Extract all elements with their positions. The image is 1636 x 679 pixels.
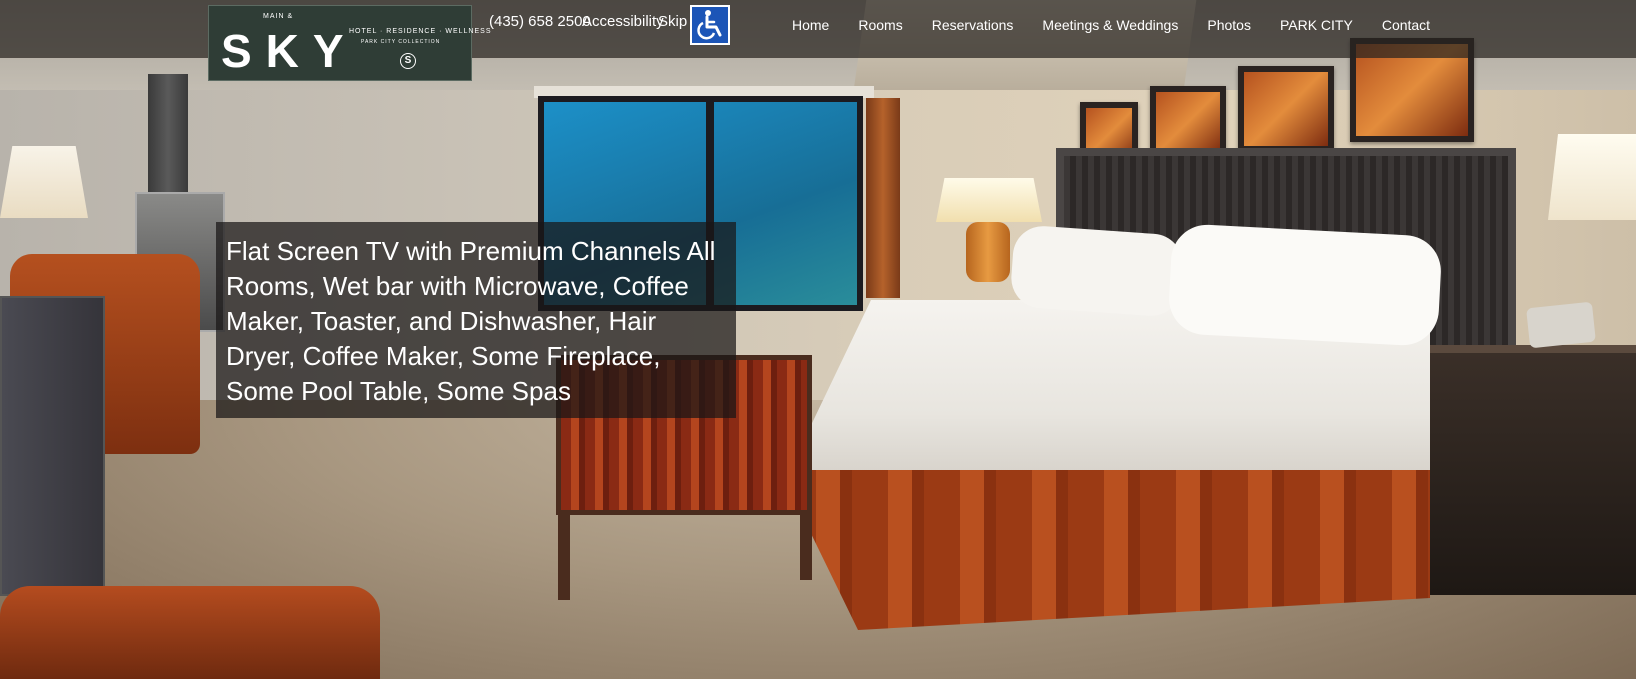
wheelchair-icon[interactable] xyxy=(690,5,730,45)
logo-wordmark: SKY xyxy=(221,25,358,77)
pillow xyxy=(1167,223,1443,347)
nav-reservations[interactable]: Reservations xyxy=(932,17,1014,33)
nav-photos[interactable]: Photos xyxy=(1207,17,1251,33)
lamp-left xyxy=(0,146,88,218)
nav-meetings-weddings[interactable]: Meetings & Weddings xyxy=(1042,17,1178,33)
logo-mark-icon: S xyxy=(400,53,416,69)
logo-small-text: MAIN & xyxy=(263,13,294,20)
main-nav: Home Rooms Reservations Meetings & Weddi… xyxy=(792,17,1459,33)
logo-tagline: HOTEL · RESIDENCE · WELLNESS xyxy=(349,28,492,35)
lamp-bedside xyxy=(936,178,1042,222)
nav-rooms[interactable]: Rooms xyxy=(858,17,902,33)
bench-leg xyxy=(558,510,570,600)
skip-link[interactable]: Skip xyxy=(658,13,687,30)
nav-home[interactable]: Home xyxy=(792,17,829,33)
nav-park-city[interactable]: PARK CITY xyxy=(1280,17,1353,33)
nightstand xyxy=(1430,345,1636,595)
lamp-bedside-base xyxy=(966,222,1010,282)
nav-contact[interactable]: Contact xyxy=(1382,17,1430,33)
stove-pipe xyxy=(148,74,188,194)
bench-leg xyxy=(800,510,812,580)
logo-collection: PARK CITY COLLECTION xyxy=(361,39,441,45)
curtain xyxy=(866,98,900,298)
pillow xyxy=(1009,224,1185,318)
lamp-right xyxy=(1548,134,1636,220)
ottoman xyxy=(0,586,380,679)
phone-number[interactable]: (435) 658 2500 xyxy=(489,13,591,30)
accessibility-link[interactable]: Accessibility xyxy=(582,13,664,30)
dresser xyxy=(0,296,105,596)
wall-art xyxy=(1238,66,1334,152)
amenities-caption: Flat Screen TV with Premium Channels All… xyxy=(216,222,736,418)
telephone xyxy=(1526,301,1596,349)
wheelchair-icon-glyph xyxy=(697,10,722,40)
site-logo[interactable]: MAIN & SKY HOTEL · RESIDENCE · WELLNESS … xyxy=(208,5,491,81)
